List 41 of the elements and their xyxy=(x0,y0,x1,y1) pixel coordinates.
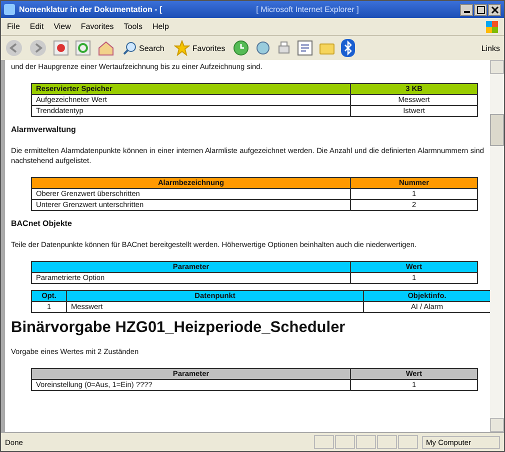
minimize-button[interactable] xyxy=(460,4,473,16)
status-pane xyxy=(398,435,418,449)
print-icon[interactable] xyxy=(277,40,292,56)
menu-item[interactable]: Tools xyxy=(124,22,142,31)
edit-icon[interactable] xyxy=(297,40,314,56)
scrollbar[interactable] xyxy=(490,60,504,432)
status-pane xyxy=(314,435,334,449)
section-subheading: BACnet Objekte xyxy=(11,219,73,228)
close-icon xyxy=(490,6,498,14)
stop-icon[interactable] xyxy=(53,40,69,56)
menu-item[interactable]: Help xyxy=(152,22,169,31)
windows-logo xyxy=(486,20,498,32)
status-pane xyxy=(335,435,355,449)
maximize-button[interactable] xyxy=(474,4,487,16)
search-icon xyxy=(123,41,137,55)
star-icon xyxy=(174,40,190,56)
folder-icon[interactable] xyxy=(319,41,336,55)
status-pane xyxy=(356,435,376,449)
menu-item[interactable]: File xyxy=(7,22,20,31)
links-label[interactable]: Links xyxy=(481,44,500,52)
favorites-button[interactable]: Favorites xyxy=(172,40,228,56)
menu-item[interactable]: Edit xyxy=(30,22,44,31)
refresh-icon[interactable] xyxy=(75,40,91,56)
section-heading: Binärvorgabe HZG01_Heizperiode_Scheduler xyxy=(11,318,346,337)
status-pane xyxy=(377,435,397,449)
minimize-icon xyxy=(464,11,470,13)
history-icon[interactable] xyxy=(233,40,250,56)
back-icon[interactable] xyxy=(5,39,23,57)
window-title: [ Microsoft Internet Explorer ] xyxy=(256,5,359,14)
window-title: Nomenklatur in der Dokumentation - [ xyxy=(19,5,162,14)
menu-item[interactable]: View xyxy=(54,22,71,31)
home-icon[interactable] xyxy=(97,40,115,56)
browser-icon xyxy=(4,4,15,15)
menu-item[interactable]: Favorites xyxy=(80,22,114,31)
forward-icon[interactable] xyxy=(29,39,47,57)
close-button[interactable] xyxy=(488,4,501,16)
search-button[interactable]: Search xyxy=(121,41,166,55)
scroll-thumb[interactable] xyxy=(490,114,504,146)
section-subheading: Alarmverwaltung xyxy=(11,124,77,134)
bluetooth-icon[interactable] xyxy=(341,39,356,57)
maximize-icon xyxy=(476,6,484,14)
